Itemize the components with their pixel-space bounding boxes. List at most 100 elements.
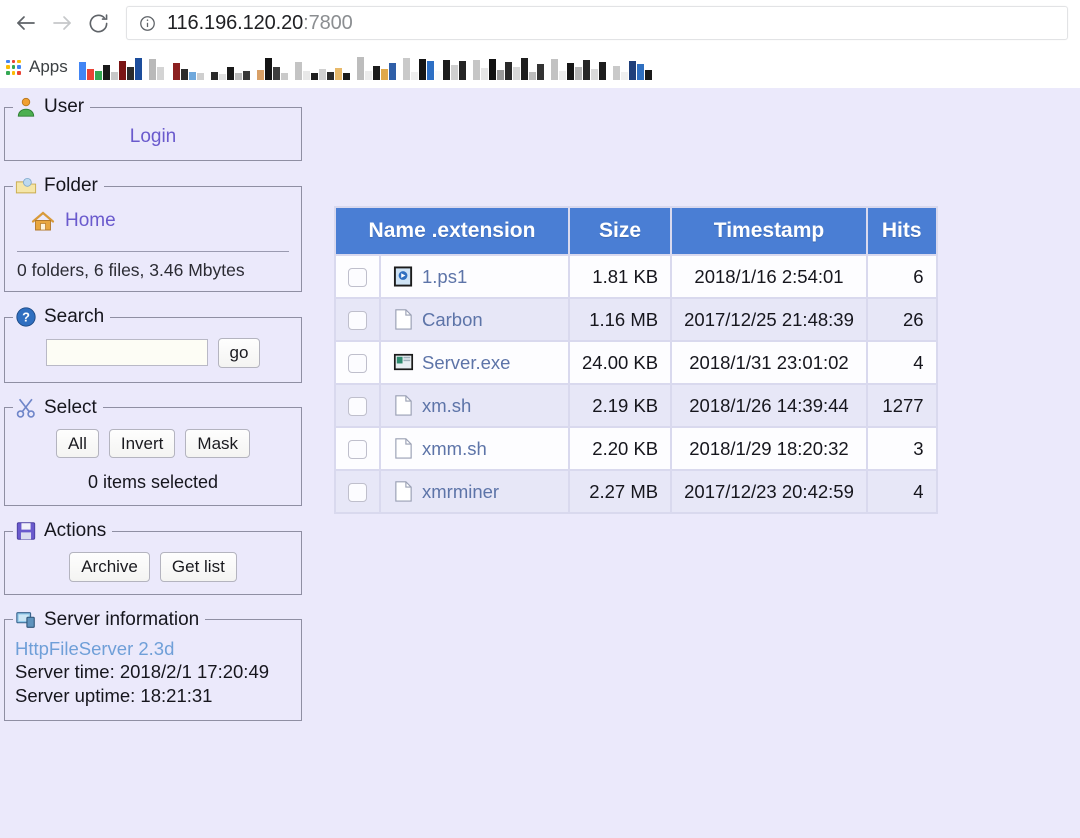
row-checkbox[interactable]	[348, 440, 367, 460]
server-information-body: HttpFileServer 2.3d Server time: 2018/2/…	[13, 631, 293, 712]
row-checkbox-cell[interactable]	[336, 428, 379, 469]
bookmark-5[interactable]	[294, 54, 350, 80]
select-mask-button[interactable]: Mask	[185, 428, 251, 459]
row-name-cell: xm.sh	[381, 385, 568, 426]
actions-buttons-row: Archive Get list	[13, 542, 293, 586]
bookmarks-bar: Apps	[0, 46, 1080, 88]
search-go-button[interactable]: go	[217, 338, 261, 368]
info-circle-icon	[140, 15, 155, 31]
bookmark-8[interactable]	[472, 54, 544, 80]
panel-actions-legend: Actions	[13, 520, 112, 542]
column-header-hits[interactable]: Hits	[867, 208, 936, 254]
file-table-header-row: Name .extension Size Timestamp Hits	[336, 208, 936, 254]
server-uptime: Server uptime: 18:21:31	[15, 684, 213, 706]
bookmark-apps[interactable]: Apps	[6, 57, 72, 77]
blank-file-icon	[395, 309, 412, 330]
row-size-cell: 2.20 KB	[570, 428, 671, 469]
row-timestamp-cell: 2018/1/26 14:39:44	[672, 385, 866, 426]
row-timestamp-cell: 2018/1/29 18:20:32	[672, 428, 866, 469]
home-link[interactable]: Home	[65, 210, 116, 232]
bookmark-9[interactable]	[550, 54, 606, 80]
file-link[interactable]: xmm.sh	[422, 438, 487, 460]
bookmark-4[interactable]	[256, 54, 288, 80]
row-size-cell: 24.00 KB	[570, 342, 671, 383]
row-hits-cell: 6	[867, 256, 936, 297]
row-checkbox-cell[interactable]	[336, 342, 379, 383]
server-icon	[16, 611, 35, 628]
sidebar: User Login Folder Home 0 folders, 6 file…	[0, 88, 310, 735]
panel-select-legend: Select	[13, 397, 103, 419]
row-name-cell: xmm.sh	[381, 428, 568, 469]
folder-home-row[interactable]: Home	[13, 197, 293, 233]
column-header-timestamp[interactable]: Timestamp	[672, 208, 866, 254]
select-buttons-row: All Invert Mask	[13, 419, 293, 463]
row-checkbox[interactable]	[348, 311, 367, 331]
folder-divider	[17, 251, 289, 252]
file-link[interactable]: Carbon	[422, 309, 483, 331]
save-icon	[16, 522, 36, 540]
search-input[interactable]	[45, 339, 208, 367]
table-row: 1.ps1 1.81 KB 2018/1/16 2:54:01 6	[336, 256, 936, 297]
blank-file-icon	[395, 481, 412, 502]
apps-grid-icon	[6, 59, 21, 75]
bookmark-10[interactable]	[612, 54, 652, 80]
reload-button[interactable]	[80, 5, 116, 41]
row-size-cell: 1.81 KB	[570, 256, 671, 297]
file-table: Name .extension Size Timestamp Hits 1.ps…	[334, 206, 938, 514]
row-checkbox[interactable]	[348, 354, 367, 374]
url-text: 116.196.120.20:7800	[167, 12, 353, 35]
bookmark-2[interactable]	[148, 54, 204, 80]
table-row: xm.sh 2.19 KB 2018/1/26 14:39:44 1277	[336, 385, 936, 426]
row-checkbox-cell[interactable]	[336, 471, 379, 512]
row-timestamp-cell: 2018/1/16 2:54:01	[672, 256, 866, 297]
back-button[interactable]	[8, 5, 44, 41]
login-link[interactable]: Login	[130, 126, 177, 147]
row-size-cell: 1.16 MB	[570, 299, 671, 340]
blank-file-icon	[395, 395, 412, 416]
column-header-size[interactable]: Size	[570, 208, 671, 254]
panel-select: Select All Invert Mask 0 items selected	[4, 396, 302, 507]
arrow-left-icon	[17, 16, 35, 30]
address-bar[interactable]: 116.196.120.20:7800	[126, 6, 1068, 40]
file-listing: Name .extension Size Timestamp Hits 1.ps…	[334, 206, 938, 514]
file-link[interactable]: xm.sh	[422, 395, 471, 417]
panel-search-title: Search	[44, 306, 105, 327]
select-invert-button[interactable]: Invert	[108, 428, 176, 459]
row-checkbox-cell[interactable]	[336, 299, 379, 340]
forward-button[interactable]	[44, 5, 80, 41]
get-list-button[interactable]: Get list	[159, 552, 237, 582]
select-all-button[interactable]: All	[55, 428, 99, 459]
row-checkbox-cell[interactable]	[336, 385, 379, 426]
browser-chrome: 116.196.120.20:7800 Apps	[0, 0, 1080, 88]
bookmark-3[interactable]	[210, 54, 250, 80]
bookmark-6[interactable]	[356, 54, 396, 80]
archive-button[interactable]: Archive	[69, 552, 150, 582]
panel-server-information: Server information HttpFileServer 2.3d S…	[4, 608, 302, 721]
table-row: xmrminer 2.27 MB 2017/12/23 20:42:59 4	[336, 471, 936, 512]
help-icon: ?	[16, 307, 36, 327]
bookmark-1[interactable]	[78, 54, 142, 80]
row-timestamp-cell: 2017/12/25 21:48:39	[672, 299, 866, 340]
panel-search-legend: ? Search	[13, 306, 110, 328]
row-checkbox[interactable]	[348, 268, 367, 288]
user-icon	[17, 97, 35, 117]
file-link[interactable]: Server.exe	[422, 352, 510, 374]
url-host: 116.196.120.20	[167, 11, 304, 34]
panel-server-legend: Server information	[13, 609, 205, 631]
row-checkbox[interactable]	[348, 483, 367, 503]
file-table-body: 1.ps1 1.81 KB 2018/1/16 2:54:01 6 Carbon…	[336, 256, 936, 512]
row-checkbox[interactable]	[348, 397, 367, 417]
browser-nav-bar: 116.196.120.20:7800	[0, 0, 1080, 46]
row-hits-cell: 26	[867, 299, 936, 340]
column-header-name[interactable]: Name .extension	[336, 208, 568, 254]
selection-status: 0 items selected	[87, 472, 219, 493]
file-link[interactable]: 1.ps1	[422, 266, 467, 288]
exe-file-icon	[393, 353, 414, 371]
page-body: User Login Folder Home 0 folders, 6 file…	[0, 88, 1080, 838]
svg-text:?: ?	[22, 310, 30, 325]
row-checkbox-cell[interactable]	[336, 256, 379, 297]
bookmark-7[interactable]	[402, 54, 466, 80]
file-table-head: Name .extension Size Timestamp Hits	[336, 208, 936, 254]
file-link[interactable]: xmrminer	[422, 481, 499, 503]
arrow-right-icon	[53, 16, 71, 30]
